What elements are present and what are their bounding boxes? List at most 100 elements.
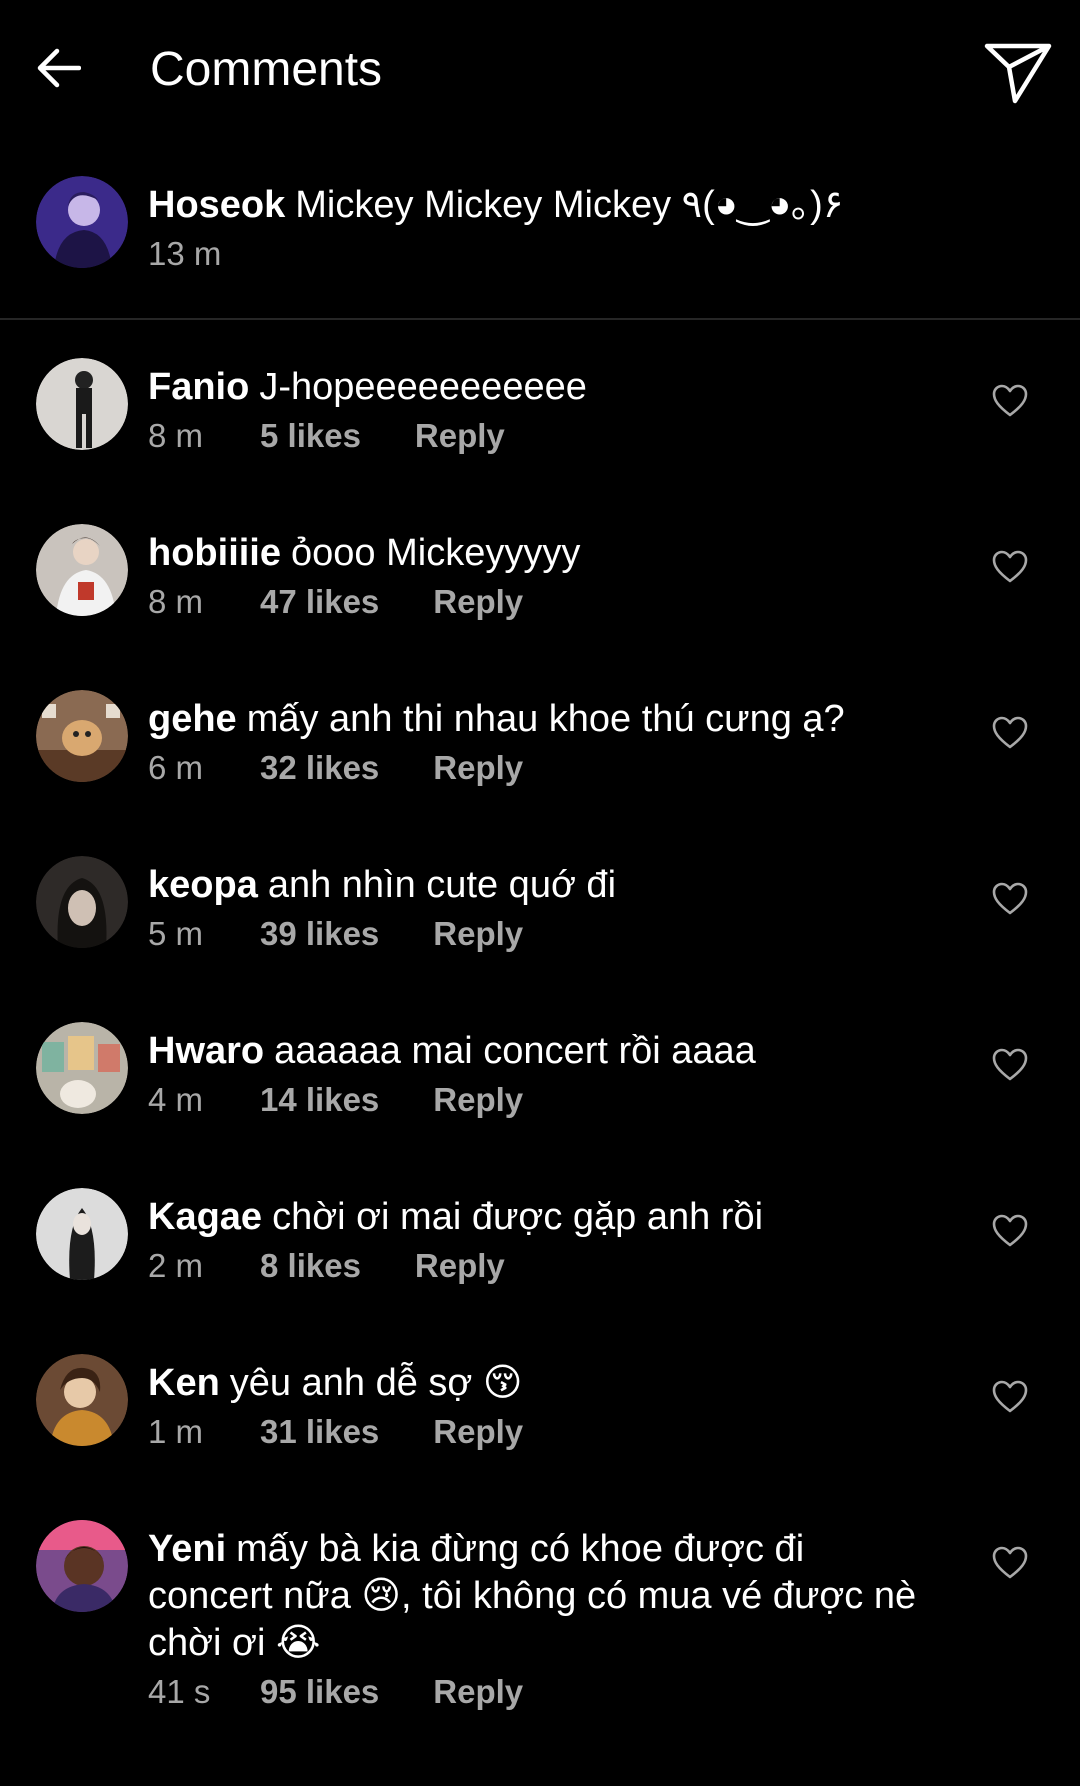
comment-item: Hwaro aaaaaa mai concert rồi aaaa 4 m 14 … (0, 1022, 1080, 1172)
comment-text-block: Ken yêu anh dễ sợ 😚 1 m 31 likes Reply (148, 1360, 930, 1451)
comment-username[interactable]: Hwaro (148, 1030, 264, 1072)
comment-item: Ken yêu anh dễ sợ 😚 1 m 31 likes Reply (0, 1354, 1080, 1504)
comment-meta: 5 m 39 likes Reply (148, 915, 930, 953)
reply-button[interactable]: Reply (433, 1081, 523, 1119)
comment-text: yêu anh dễ sợ 😚 (229, 1362, 523, 1404)
share-button[interactable] (980, 38, 1056, 108)
avatar-image (36, 1354, 128, 1446)
heart-outline-icon[interactable] (992, 1380, 1028, 1414)
comment-text-block: hobiiiie ỏooo Mickeyyyyy 8 m 47 likes Rep… (148, 530, 930, 621)
comment-likes[interactable]: 39 likes (260, 915, 379, 953)
page-title: Comments (150, 43, 383, 96)
back-button[interactable] (30, 40, 86, 96)
comment-likes[interactable]: 8 likes (260, 1247, 361, 1285)
heart-outline-icon[interactable] (992, 1214, 1028, 1248)
comment-item: Kagae chời ơi mai được gặp anh rồi 2 m 8 … (0, 1188, 1080, 1338)
comment-likes[interactable]: 5 likes (260, 417, 361, 455)
post-caption: Hoseok Mickey Mickey Mickey ٩(◕‿◕｡)۶ 13 m (0, 172, 1080, 320)
comment-time: 8 m (148, 583, 204, 620)
comment-meta: 1 m 31 likes Reply (148, 1413, 930, 1451)
avatar-image (36, 524, 128, 616)
comment-username[interactable]: keopa (148, 864, 258, 906)
avatar[interactable] (36, 856, 128, 948)
comment-meta: 6 m 32 likes Reply (148, 749, 930, 787)
comment-text: mấy bà kia đừng có khoe được đi concert … (148, 1528, 917, 1664)
comment-likes[interactable]: 95 likes (260, 1673, 379, 1711)
comment-item: Yeni mấy bà kia đừng có khoe được đi conc… (0, 1520, 1080, 1710)
comment-likes[interactable]: 47 likes (260, 583, 379, 621)
avatar-image (36, 856, 128, 948)
caption-text: Mickey Mickey Mickey ٩(◕‿◕｡)۶ (295, 184, 844, 226)
avatar-image (36, 358, 128, 450)
comment-line: Kagae chời ơi mai được gặp anh rồi (148, 1194, 930, 1241)
heart-outline-icon[interactable] (992, 1546, 1028, 1580)
reply-button[interactable]: Reply (433, 583, 523, 621)
heart-outline-icon[interactable] (992, 716, 1028, 750)
comment-time: 5 m (148, 915, 204, 952)
reply-button[interactable]: Reply (433, 1413, 523, 1451)
comment-username[interactable]: hobiiiie (148, 532, 281, 574)
comment-meta: 8 m 47 likes Reply (148, 583, 930, 621)
comment-text-block: keopa anh nhìn cute quớ đi 5 m 39 likes R… (148, 862, 930, 953)
comment-likes[interactable]: 32 likes (260, 749, 379, 787)
comment-username[interactable]: Yeni (148, 1528, 226, 1570)
comment-text-block: Kagae chời ơi mai được gặp anh rồi 2 m 8 … (148, 1194, 930, 1285)
avatar[interactable] (36, 690, 128, 782)
avatar[interactable] (36, 1354, 128, 1446)
comment-line: Yeni mấy bà kia đừng có khoe được đi conc… (148, 1526, 930, 1667)
avatar-image (36, 1022, 128, 1114)
heart-outline-icon[interactable] (992, 384, 1028, 418)
comment-text-block: gehe mấy anh thi nhau khoe thú cưng ạ? 6 … (148, 696, 930, 787)
avatar[interactable] (36, 1022, 128, 1114)
comment-time: 2 m (148, 1247, 204, 1284)
caption-username[interactable]: Hoseok (148, 184, 285, 226)
comment-time: 41 s (148, 1673, 211, 1710)
comment-line: Hwaro aaaaaa mai concert rồi aaaa (148, 1028, 930, 1075)
paper-plane-icon (984, 43, 1052, 104)
comment-likes[interactable]: 14 likes (260, 1081, 379, 1119)
comment-line: hobiiiie ỏooo Mickeyyyyy (148, 530, 930, 577)
comment-item: hobiiiie ỏooo Mickeyyyyy 8 m 47 likes Rep… (0, 524, 1080, 674)
heart-outline-icon[interactable] (992, 550, 1028, 584)
comment-item: keopa anh nhìn cute quớ đi 5 m 39 likes R… (0, 856, 1080, 1006)
avatar[interactable] (36, 358, 128, 450)
comment-text: anh nhìn cute quớ đi (267, 864, 617, 906)
comment-line: gehe mấy anh thi nhau khoe thú cưng ạ? (148, 696, 930, 743)
comment-likes[interactable]: 31 likes (260, 1413, 379, 1451)
avatar[interactable] (36, 176, 128, 268)
comment-meta: 2 m 8 likes Reply (148, 1247, 930, 1285)
avatar-image (36, 690, 128, 782)
caption-text-block: Hoseok Mickey Mickey Mickey ٩(◕‿◕｡)۶ 13 m (148, 182, 1040, 273)
comment-line: Fanio J-hopeeeeeeeeeee (148, 364, 930, 411)
reply-button[interactable]: Reply (415, 1247, 505, 1285)
avatar-image (36, 1520, 128, 1612)
comment-text: mấy anh thi nhau khoe thú cưng ạ? (246, 698, 845, 740)
comment-line: keopa anh nhìn cute quớ đi (148, 862, 930, 909)
comment-time: 1 m (148, 1413, 204, 1450)
comment-line: Ken yêu anh dễ sợ 😚 (148, 1360, 930, 1407)
reply-button[interactable]: Reply (415, 417, 505, 455)
avatar-image (36, 176, 128, 268)
comment-item: Fanio J-hopeeeeeeeeeee 8 m 5 likes Reply (0, 358, 1080, 508)
reply-button[interactable]: Reply (433, 1673, 523, 1711)
comment-meta: 41 s 95 likes Reply (148, 1673, 930, 1711)
comment-username[interactable]: Fanio (148, 366, 249, 408)
heart-outline-icon[interactable] (992, 882, 1028, 916)
comment-text: ỏooo Mickeyyyyy (291, 532, 581, 574)
comment-time: 8 m (148, 417, 204, 454)
comment-text-block: Yeni mấy bà kia đừng có khoe được đi conc… (148, 1526, 930, 1711)
comment-username[interactable]: Ken (148, 1362, 220, 1404)
comment-username[interactable]: gehe (148, 698, 237, 740)
arrow-left-icon (37, 48, 81, 88)
caption-meta: 13 m (148, 235, 1040, 273)
comment-text: J-hopeeeeeeeeeee (259, 366, 587, 408)
avatar[interactable] (36, 1520, 128, 1612)
reply-button[interactable]: Reply (433, 915, 523, 953)
avatar[interactable] (36, 524, 128, 616)
reply-button[interactable]: Reply (433, 749, 523, 787)
comment-username[interactable]: Kagae (148, 1196, 262, 1238)
avatar[interactable] (36, 1188, 128, 1280)
comment-meta: 4 m 14 likes Reply (148, 1081, 930, 1119)
heart-outline-icon[interactable] (992, 1048, 1028, 1082)
comment-text-block: Fanio J-hopeeeeeeeeeee 8 m 5 likes Reply (148, 364, 930, 455)
